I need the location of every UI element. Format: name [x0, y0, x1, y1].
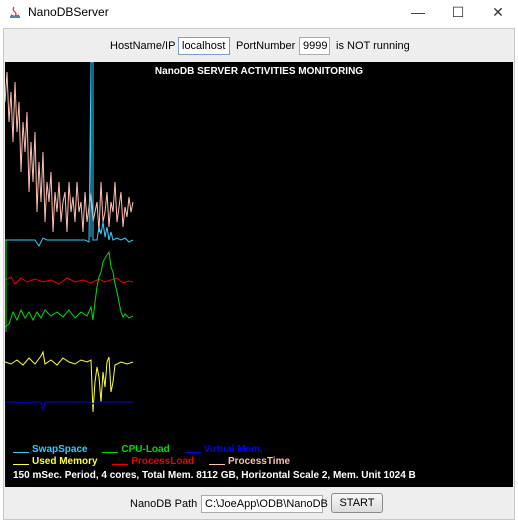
legend-swap-space-label: SwapSpace — [32, 444, 88, 455]
legend-used-memory-label: Used Memory — [32, 456, 98, 467]
activity-monitor: NanoDB SERVER ACTIVITIES MONITORING Swap… — [5, 62, 513, 487]
maximize-button[interactable]: ☐ — [438, 0, 478, 25]
process-time-line — [5, 71, 134, 233]
status-text: is NOT running — [336, 40, 410, 52]
cpu-load-line — [5, 250, 134, 328]
legend-used-memory: Used Memory — [13, 456, 98, 467]
main-panel: HostName/IP localhost PortNumber 9999 is… — [3, 28, 515, 520]
java-app-icon — [10, 6, 20, 18]
monitor-info: 150 mSec. Period, 4 cores, Total Mem. 81… — [13, 470, 416, 481]
title-bar: NanoDBServer — ☐ ✕ — [0, 0, 518, 25]
legend-cpu-load: CPU-Load — [102, 444, 170, 455]
host-input[interactable]: localhost — [178, 37, 230, 55]
minimize-button[interactable]: — — [398, 0, 438, 25]
legend-process-time-label: ProcessTime — [227, 456, 291, 467]
path-row: NanoDB Path C:\JoeApp\ODB\NanoDB START — [4, 488, 514, 520]
legend-virtual-mem-label: Virtual Mem. — [203, 444, 263, 455]
port-input[interactable]: 9999 — [299, 37, 330, 55]
path-label: NanoDB Path — [130, 498, 198, 510]
legend-row-1: SwapSpace CPU-Load Virtual Mem. — [13, 444, 275, 455]
legend-process-load-label: ProcessLoad — [131, 456, 195, 467]
legend-swap-space: SwapSpace — [13, 444, 88, 455]
legend-row-2: Used Memory ProcessLoad ProcessTime — [13, 456, 302, 467]
legend-cpu-load-label: CPU-Load — [121, 444, 170, 455]
path-input[interactable]: C:\JoeApp\ODB\NanoDB — [201, 495, 328, 513]
connection-row: HostName/IP localhost PortNumber 9999 is… — [4, 29, 514, 63]
legend-virtual-mem: Virtual Mem. — [184, 444, 263, 455]
window-title: NanoDBServer — [28, 5, 109, 19]
activity-graph — [5, 62, 134, 487]
port-label: PortNumber — [236, 40, 296, 52]
swap-space-line — [5, 62, 134, 247]
start-button[interactable]: START — [331, 493, 383, 513]
close-button[interactable]: ✕ — [478, 0, 518, 25]
legend-process-time: ProcessTime — [208, 456, 291, 467]
legend-process-load: ProcessLoad — [112, 456, 194, 467]
host-label: HostName/IP — [110, 40, 176, 52]
